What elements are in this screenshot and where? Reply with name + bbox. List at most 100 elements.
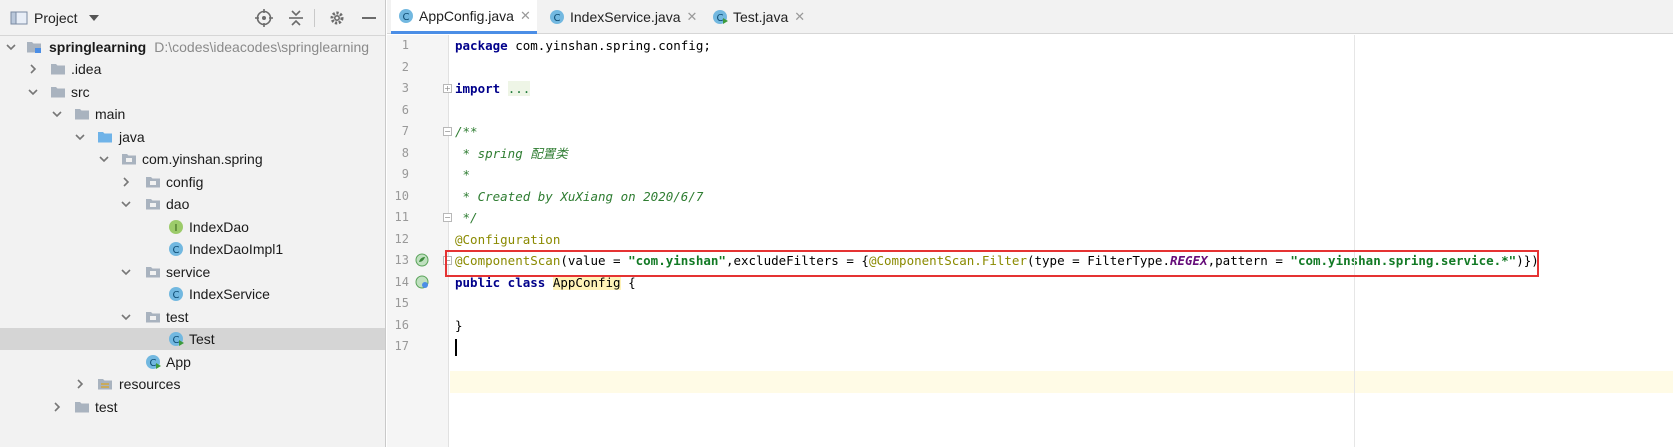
tree-item-label: IndexDaoImpl1	[189, 241, 284, 257]
editor-gutter: 1 2 3 6 7 8 9 10 11 12 13 14 15 16 17 + …	[387, 35, 452, 447]
chevron-right-icon[interactable]	[26, 62, 40, 76]
chevron-right-icon[interactable]	[119, 175, 133, 189]
tree-item-label: config	[166, 174, 204, 190]
keyword: package	[455, 38, 508, 53]
collapse-all-icon[interactable]	[286, 8, 306, 28]
annotation-highlight-box	[445, 250, 1539, 277]
tree-item-resources[interactable]: resources	[0, 373, 385, 395]
tab-label: AppConfig.java	[419, 7, 514, 24]
line-number: 6	[401, 103, 409, 117]
tree-item-label: main	[95, 106, 126, 122]
svg-text:C: C	[173, 245, 180, 256]
code-line-10: * Created by XuXiang on 2020/6/7	[455, 186, 704, 208]
tree-item-label: springlearning	[49, 39, 147, 55]
chevron-down-icon[interactable]	[119, 265, 133, 279]
tree-item-label: IndexDao	[189, 219, 249, 235]
runnable-class-icon: C	[169, 332, 184, 346]
tree-item-indexservice[interactable]: C IndexService	[0, 283, 385, 305]
chevron-right-icon[interactable]	[50, 400, 64, 414]
spring-bean-icon[interactable]	[415, 253, 429, 267]
code-area[interactable]: package com.yinshan.spring.config; impor…	[450, 35, 1673, 447]
tree-item-indexdao[interactable]: I IndexDao	[0, 216, 385, 238]
chevron-down-icon[interactable]	[119, 197, 133, 211]
project-panel-title[interactable]: Project	[34, 10, 78, 26]
tab-indexservice[interactable]: C IndexService.java ✕	[542, 0, 702, 34]
minimize-icon[interactable]	[359, 8, 379, 28]
tree-item-idea[interactable]: .idea	[0, 58, 385, 80]
line-number: 2	[401, 60, 409, 74]
project-path: D:\codes\ideacodes\springlearning	[154, 39, 370, 55]
spring-bean-navigate-icon[interactable]	[415, 275, 429, 289]
tree-item-test-class[interactable]: C Test	[0, 328, 385, 350]
tree-item-service[interactable]: service	[0, 261, 385, 283]
tab-label: Test.java	[733, 9, 789, 25]
code-line-9: *	[455, 164, 471, 186]
svg-text:I: I	[175, 223, 178, 234]
package-icon	[146, 267, 160, 278]
chevron-down-icon[interactable]	[97, 152, 111, 166]
tree-item-label: resources	[119, 376, 181, 392]
folded-imports[interactable]: ...	[507, 81, 531, 96]
package-icon	[146, 177, 160, 188]
chevron-down-icon[interactable]	[26, 85, 40, 99]
keyword: import	[455, 81, 501, 96]
tree-item-indexdaoimpl1[interactable]: C IndexDaoImpl1	[0, 238, 385, 260]
project-view-icon[interactable]	[10, 10, 28, 26]
line-number: 13	[394, 253, 409, 267]
code-line-1: package com.yinshan.spring.config;	[455, 35, 711, 57]
tree-item-springlearning[interactable]: springlearning D:\codes\ideacodes\springl…	[0, 36, 385, 58]
chevron-right-icon[interactable]	[73, 377, 87, 391]
tree-item-label: java	[119, 129, 145, 145]
line-number: 7	[401, 124, 409, 138]
chevron-down-icon[interactable]	[119, 310, 133, 324]
comment: *	[455, 167, 471, 182]
gear-icon[interactable]	[327, 8, 347, 28]
tree-item-label: Test	[189, 331, 215, 347]
source-folder-icon	[98, 132, 112, 143]
text-caret	[455, 339, 457, 356]
line-number: 3	[401, 81, 409, 95]
comment: * spring 配置类	[455, 146, 568, 161]
chevron-down-icon[interactable]	[88, 13, 100, 23]
tree-item-package-root[interactable]: com.yinshan.spring	[0, 148, 385, 170]
close-icon[interactable]: ✕	[520, 8, 531, 24]
tree-item-src[interactable]: src	[0, 81, 385, 103]
interface-icon: I	[169, 220, 183, 234]
tab-test[interactable]: C Test.java ✕	[705, 0, 815, 34]
chevron-down-icon[interactable]	[4, 40, 18, 54]
comment: /**	[455, 124, 478, 139]
package-icon	[146, 312, 160, 323]
folder-icon	[51, 64, 65, 75]
tree-item-test-folder[interactable]: test	[0, 396, 385, 418]
resources-folder-icon	[98, 379, 112, 390]
close-icon[interactable]: ✕	[687, 9, 698, 25]
tree-item-test-package[interactable]: test	[0, 306, 385, 328]
tab-appconfig[interactable]: C AppConfig.java ✕	[391, 0, 537, 34]
tree-item-dao[interactable]: dao	[0, 193, 385, 215]
class-name: AppConfig	[552, 275, 621, 290]
tree-item-label: service	[166, 264, 211, 280]
svg-text:C: C	[173, 335, 180, 346]
right-margin-guide	[1354, 35, 1355, 447]
project-panel: Project springlearning D:\codes\ideacodes…	[0, 0, 386, 447]
code-text: {	[620, 275, 636, 290]
line-number: 14	[394, 275, 409, 289]
chevron-down-icon[interactable]	[50, 107, 64, 121]
close-icon[interactable]: ✕	[794, 9, 805, 25]
class-icon: C	[169, 242, 183, 256]
chevron-down-icon[interactable]	[73, 130, 87, 144]
tree-item-main[interactable]: main	[0, 103, 385, 125]
tree-item-java[interactable]: java	[0, 126, 385, 148]
tree-item-label: .idea	[71, 61, 102, 77]
class-icon: C	[169, 287, 183, 301]
tree-item-label: App	[166, 354, 191, 370]
tree-item-label: test	[166, 309, 189, 325]
line-number: 9	[401, 167, 409, 181]
comment: * Created by XuXiang on 2020/6/7	[455, 189, 704, 204]
tree-item-config[interactable]: config	[0, 171, 385, 193]
toolbar-divider	[314, 9, 315, 27]
tree-item-app[interactable]: C App	[0, 351, 385, 373]
tree-item-label: IndexService	[189, 286, 270, 302]
line-number: 16	[394, 318, 409, 332]
locate-target-icon[interactable]	[254, 8, 274, 28]
